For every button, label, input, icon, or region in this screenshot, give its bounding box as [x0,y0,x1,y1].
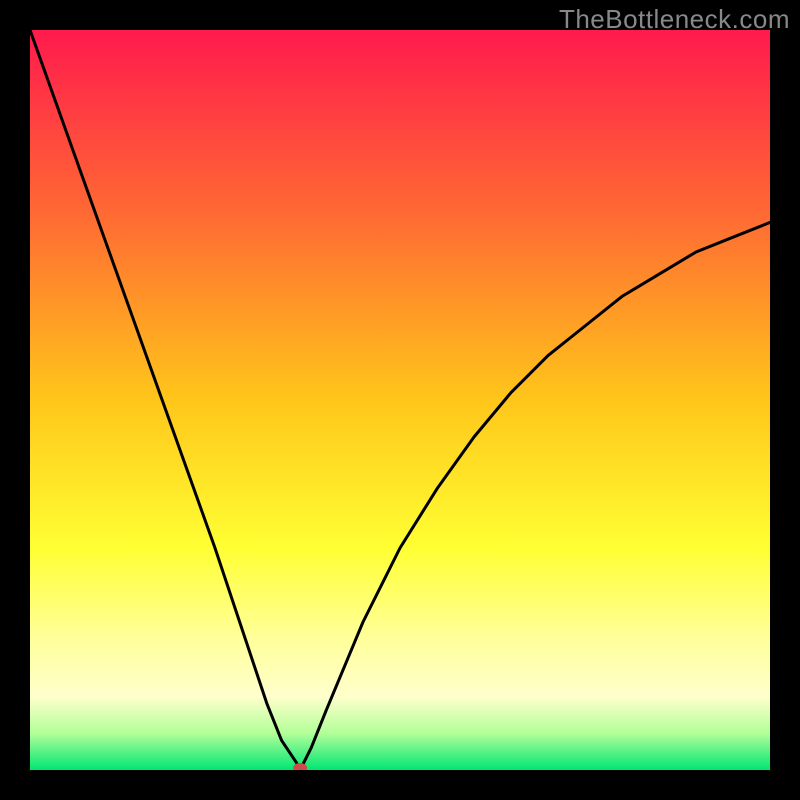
plot-svg [30,30,770,770]
plot-area [30,30,770,770]
chart-frame: TheBottleneck.com [0,0,800,800]
watermark-text: TheBottleneck.com [559,4,790,35]
gradient-background [30,30,770,770]
